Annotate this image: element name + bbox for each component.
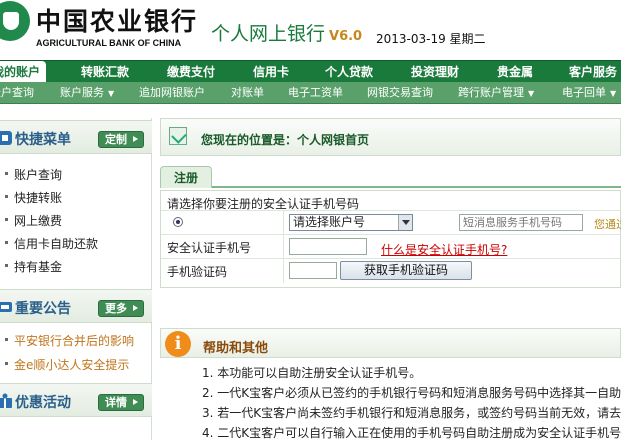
get-code-button[interactable]: 获取手机验证码 <box>340 261 472 280</box>
header: 中国农业银行 AGRICULTURAL BANK OF CHINA 个人网上银行… <box>0 0 621 58</box>
quick-menu-item[interactable]: 信用卡自助还款 <box>4 235 98 252</box>
code-label: 手机验证码 <box>167 265 228 279</box>
quick-menu-item[interactable]: 持有基金 <box>4 258 62 275</box>
more-button[interactable]: 更多 <box>98 300 144 317</box>
tab-register[interactable]: 注册 <box>160 166 212 188</box>
form-instruction-row: 请选择你要注册的安全认证手机号码 <box>161 191 621 211</box>
subnav-add-account-label: 追加网银账户 <box>139 86 205 99</box>
notice-header: 重要公告 更多 <box>0 289 152 323</box>
code-input[interactable] <box>289 262 337 279</box>
quick-menu-item[interactable]: 账户查询 <box>4 166 62 183</box>
quick-menu-item[interactable]: 网上缴费 <box>4 212 62 229</box>
help-header: i 帮助和其他 <box>160 328 621 358</box>
subnav-account-service[interactable]: 账户服务 ▼ <box>60 82 114 104</box>
main-nav: 我的账户 转账汇款 缴费支付 信用卡 个人贷款 投资理财 贵金属 客户服务 <box>0 60 621 83</box>
help-item: 2. 一代K宝客户必须从已签约的手机银行号码和短消息服务号码中选择其一自助 <box>202 386 621 400</box>
form-instruction: 请选择你要注册的安全认证手机号码 <box>167 197 360 211</box>
phone-row: 安全认证手机号 什么是安全认证手机号? <box>161 235 621 259</box>
nav-tab-payment[interactable]: 缴费支付 <box>167 61 215 83</box>
subnav-transaction-query[interactable]: 网银交易查询 <box>367 82 433 104</box>
quick-menu-icon <box>0 131 12 145</box>
subnav-account-query-label: 账户查询 <box>0 86 34 99</box>
megaphone-icon <box>0 302 12 312</box>
location-bar: 您现在的位置是：个人网银首页 <box>160 118 621 156</box>
subnav-e-receipt[interactable]: 电子回单 ▼ <box>562 82 616 104</box>
subnav-interbank-account[interactable]: 跨行账户管理 ▼ <box>458 82 534 104</box>
nav-tab-customer-service[interactable]: 客户服务 <box>569 61 617 83</box>
nav-tab-credit-card[interactable]: 信用卡 <box>253 61 289 83</box>
sms-hint-link[interactable]: 您通过 <box>594 216 621 232</box>
form-divider <box>283 211 284 283</box>
subnav-statement-label: 对账单 <box>231 86 264 99</box>
quick-menu-title: 快捷菜单 <box>15 132 71 148</box>
nav-tab-loans[interactable]: 个人贷款 <box>325 61 373 83</box>
subnav-account-service-label: 账户服务 <box>60 86 104 99</box>
info-icon: i <box>165 331 191 357</box>
code-row: 手机验证码 获取手机验证码 <box>161 259 621 287</box>
subnav-e-receipt-label: 电子回单 <box>562 86 606 99</box>
site-title: 个人网上银行 V6.0 <box>211 19 362 46</box>
quick-menu-header: 快捷菜单 定制 <box>0 120 152 154</box>
nav-tab-precious-metals[interactable]: 贵金属 <box>497 61 533 83</box>
bank-name-en: AGRICULTURAL BANK OF CHINA <box>36 38 182 48</box>
sms-phone-input[interactable] <box>459 214 583 231</box>
phone-radio[interactable] <box>173 217 183 227</box>
abc-logo-icon <box>0 1 30 41</box>
help-item: 1. 本功能可以自助注册安全认证手机号。 <box>202 366 422 380</box>
nav-tab-my-account[interactable]: 我的账户 <box>0 61 47 83</box>
sidebar: 快捷菜单 定制 账户查询 快捷转账 网上缴费 信用卡自助还款 持有基金 重要公告… <box>0 118 152 440</box>
what-is-phone-link[interactable]: 什么是安全认证手机号? <box>381 241 507 258</box>
help-item: 3. 若一代K宝客户尚未签约手机银行和短消息服务，或签约号码当前无效，请去 <box>202 406 621 420</box>
breadcrumb: 您现在的位置是：个人网银首页 <box>201 133 370 147</box>
quick-menu-item[interactable]: 快捷转账 <box>4 189 62 206</box>
promo-header: 优惠活动 详情 <box>0 383 152 417</box>
gift-icon <box>0 393 12 408</box>
subnav-interbank-account-label: 跨行账户管理 <box>458 86 524 99</box>
subnav-statement[interactable]: 对账单 <box>231 82 264 104</box>
subnav-payslip[interactable]: 电子工资单 <box>288 82 343 104</box>
chevron-down-icon: ▼ <box>108 89 115 98</box>
main-content: 您现在的位置是：个人网银首页 注册 请选择你要注册的安全认证手机号码 请选择账户… <box>160 118 621 440</box>
version-label: V6.0 <box>329 29 363 44</box>
customize-button[interactable]: 定制 <box>98 131 144 148</box>
notice-title: 重要公告 <box>15 301 71 317</box>
chevron-down-icon: ▼ <box>528 89 535 98</box>
tab-bar: 注册 <box>160 166 621 188</box>
phone-label: 安全认证手机号 <box>167 241 252 255</box>
phone-input[interactable] <box>289 238 367 255</box>
account-select-value: 请选择账户号 <box>293 215 366 229</box>
account-select[interactable]: 请选择账户号 <box>289 214 413 231</box>
help-item: 4. 二代K宝客户可以自行输入正在使用的手机号码自助注册成为安全认证手机号 <box>202 426 621 440</box>
nav-tab-transfer[interactable]: 转账汇款 <box>81 61 129 83</box>
bank-name-cn: 中国农业银行 <box>36 7 199 36</box>
current-date: 2013-03-19 星期二 <box>376 32 486 46</box>
subnav-payslip-label: 电子工资单 <box>288 86 343 99</box>
subnav-account-query[interactable]: 账户查询 <box>0 82 34 104</box>
details-button[interactable]: 详情 <box>98 394 144 411</box>
site-title-text: 个人网上银行 <box>211 23 326 45</box>
chevron-down-icon: ▼ <box>610 89 617 98</box>
notice-link[interactable]: 金e顺小达人安全提示 <box>4 356 129 373</box>
subnav-add-account[interactable]: 追加网银账户 <box>139 82 205 104</box>
subnav-transaction-query-label: 网银交易查询 <box>367 86 433 99</box>
account-select-row: 请选择账户号 您通过 <box>161 211 621 235</box>
notice-link[interactable]: 平安银行合并后的影响 <box>4 332 134 349</box>
promo-title: 优惠活动 <box>15 395 71 411</box>
register-form: 请选择你要注册的安全认证手机号码 请选择账户号 您通过 安全认证手机号 什么是安… <box>160 190 621 288</box>
sub-nav: 账户查询 账户服务 ▼ 追加网银账户 对账单 电子工资单 网银交易查询 跨行账户管… <box>0 82 621 104</box>
nav-tab-investment[interactable]: 投资理财 <box>411 61 459 83</box>
location-icon <box>169 127 187 145</box>
chevron-down-icon <box>398 215 412 230</box>
help-title: 帮助和其他 <box>203 341 269 356</box>
